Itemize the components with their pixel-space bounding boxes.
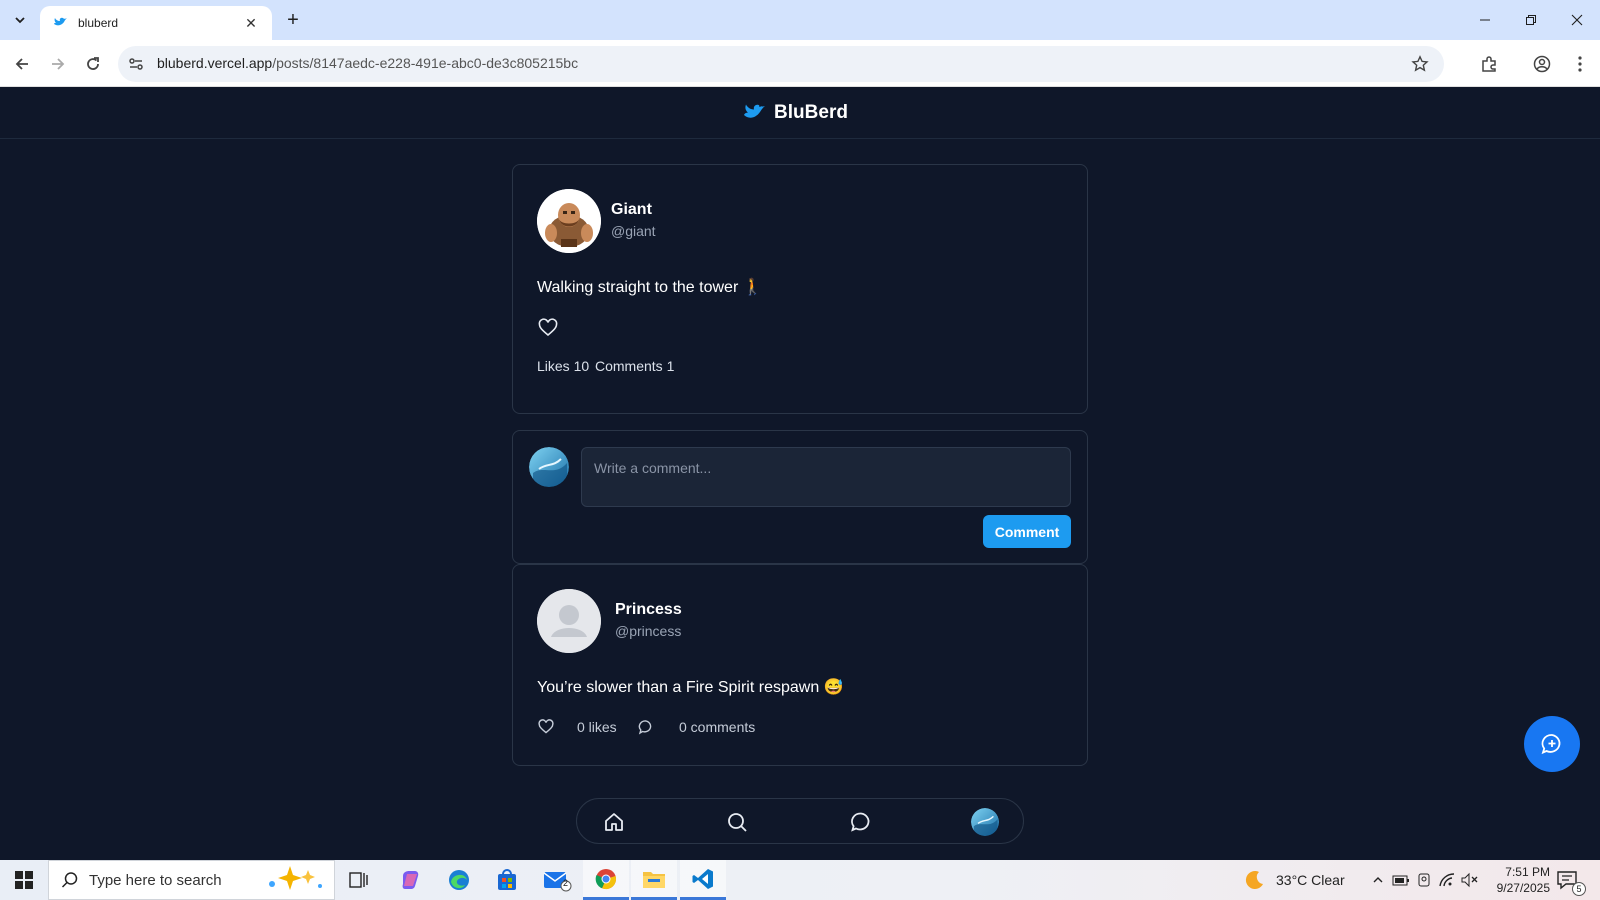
arrow-right-icon bbox=[52, 58, 65, 70]
extensions-icon[interactable] bbox=[1475, 50, 1503, 78]
comment-card: Princess @princess You’re slower than a … bbox=[512, 564, 1088, 766]
comment-composer: Comment bbox=[512, 430, 1088, 564]
tab-close-icon[interactable]: ✕ bbox=[242, 14, 260, 32]
browser-tab-strip: bluberd ✕ + bbox=[0, 0, 1600, 40]
tab-title: bluberd bbox=[78, 16, 119, 30]
default-user-icon bbox=[537, 589, 601, 653]
post-text: Walking straight to the tower 🚶 bbox=[537, 279, 763, 296]
windows-logo-icon bbox=[15, 871, 33, 889]
comment-author-name[interactable]: Princess bbox=[615, 601, 682, 619]
battery-icon[interactable] bbox=[1392, 860, 1410, 900]
comment-reply-button[interactable] bbox=[635, 716, 657, 738]
start-button[interactable] bbox=[0, 860, 48, 900]
url-path: /posts/8147aedc-e228-491e-abc0-de3c80521… bbox=[272, 55, 579, 71]
heart-icon bbox=[538, 719, 554, 734]
reload-button[interactable] bbox=[79, 50, 107, 78]
comment-text: You’re slower than a Fire Spirit respawn… bbox=[537, 679, 844, 696]
chevron-up-icon bbox=[1373, 877, 1383, 883]
comment-input[interactable] bbox=[581, 447, 1071, 507]
windows-taskbar: Type here to search 2 33°C Clear 7:51 PM… bbox=[0, 860, 1600, 900]
back-button[interactable] bbox=[8, 50, 36, 78]
url-text[interactable]: bluberd.vercel.app/posts/8147aedc-e228-4… bbox=[157, 55, 578, 71]
weather-widget[interactable]: 33°C Clear bbox=[1244, 860, 1345, 900]
reload-icon bbox=[87, 57, 99, 70]
browser-toolbar: bluberd.vercel.app/posts/8147aedc-e228-4… bbox=[0, 40, 1600, 87]
clock-date: 9/27/2025 bbox=[1496, 881, 1550, 895]
brand-name: BluBerd bbox=[774, 101, 848, 123]
sparkles-icon bbox=[264, 864, 324, 897]
giant-avatar[interactable] bbox=[537, 189, 601, 253]
browser-menu-icon[interactable] bbox=[1566, 50, 1594, 78]
nav-home[interactable] bbox=[601, 809, 627, 835]
network-icon[interactable] bbox=[1438, 860, 1456, 900]
like-button[interactable] bbox=[537, 317, 559, 339]
nav-profile-avatar[interactable] bbox=[971, 808, 999, 836]
brand-logo[interactable]: BluBerd bbox=[742, 102, 848, 124]
current-user-avatar[interactable] bbox=[529, 447, 569, 487]
url-host: bluberd.vercel.app bbox=[157, 55, 273, 71]
volume-muted-icon[interactable] bbox=[1460, 860, 1478, 900]
chrome-icon[interactable] bbox=[583, 860, 629, 900]
weather-text: 33°C Clear bbox=[1276, 872, 1345, 888]
meet-now-icon[interactable] bbox=[1416, 860, 1432, 900]
forward-button[interactable] bbox=[44, 50, 72, 78]
moon-icon bbox=[1245, 871, 1263, 890]
messages-icon bbox=[851, 812, 870, 832]
post-comments-count: Comments 1 bbox=[595, 358, 675, 374]
mail-badge: 2 bbox=[563, 878, 569, 888]
minimize-button[interactable] bbox=[1462, 0, 1508, 40]
new-tab-button[interactable]: + bbox=[281, 8, 305, 32]
post-card: Giant @giant Walking straight to the tow… bbox=[512, 164, 1088, 414]
system-clock[interactable]: 7:51 PM 9/27/2025 bbox=[1480, 864, 1550, 896]
profile-icon[interactable] bbox=[1528, 50, 1556, 78]
comment-submit-button[interactable]: Comment bbox=[983, 515, 1071, 548]
task-view-icon[interactable] bbox=[336, 860, 382, 900]
site-info-icon[interactable] bbox=[126, 54, 146, 74]
post-likes-count: Likes 10 bbox=[537, 358, 590, 374]
close-window-button[interactable] bbox=[1554, 0, 1600, 40]
vscode-icon[interactable] bbox=[680, 860, 726, 900]
heart-icon bbox=[538, 318, 558, 337]
bird-favicon-icon bbox=[52, 15, 68, 31]
copilot-icon[interactable] bbox=[388, 860, 434, 900]
comment-comments-count: 0 comments bbox=[679, 719, 756, 735]
app-header: BluBerd bbox=[0, 87, 1600, 139]
post-author-name[interactable]: Giant bbox=[611, 201, 652, 219]
arrow-left-icon bbox=[15, 58, 28, 70]
comment-author-handle[interactable]: @princess bbox=[615, 623, 681, 639]
message-plus-icon bbox=[1541, 734, 1561, 755]
store-icon[interactable] bbox=[484, 860, 530, 900]
comment-bubble-icon bbox=[638, 720, 652, 735]
comment-like-button[interactable] bbox=[535, 716, 557, 738]
taskbar-search-placeholder: Type here to search bbox=[89, 871, 222, 889]
clock-time: 7:51 PM bbox=[1505, 865, 1550, 879]
post-author-handle[interactable]: @giant bbox=[611, 223, 656, 239]
taskbar-search[interactable]: Type here to search bbox=[48, 860, 335, 900]
file-explorer-icon[interactable] bbox=[631, 860, 677, 900]
bookmark-star-icon[interactable] bbox=[1410, 54, 1430, 74]
new-chat-button[interactable] bbox=[1524, 716, 1580, 772]
notification-count: 5 bbox=[1572, 882, 1586, 896]
search-icon bbox=[61, 872, 78, 888]
bird-logo-icon bbox=[744, 104, 766, 118]
address-bar[interactable]: bluberd.vercel.app/posts/8147aedc-e228-4… bbox=[118, 46, 1444, 82]
notification-center-icon[interactable]: 5 bbox=[1556, 860, 1586, 900]
nav-search[interactable] bbox=[724, 809, 750, 835]
edge-icon[interactable] bbox=[436, 860, 482, 900]
search-icon bbox=[728, 813, 747, 832]
tab-search-menu-button[interactable] bbox=[8, 8, 32, 32]
show-hidden-icons[interactable] bbox=[1372, 860, 1384, 900]
mail-icon[interactable]: 2 bbox=[534, 860, 580, 900]
princess-avatar[interactable] bbox=[537, 589, 601, 653]
browser-tab[interactable]: bluberd ✕ bbox=[40, 6, 272, 40]
nav-messages[interactable] bbox=[848, 809, 874, 835]
chevron-down-icon bbox=[15, 17, 25, 24]
restore-button[interactable] bbox=[1508, 0, 1554, 40]
comment-likes-count: 0 likes bbox=[577, 719, 617, 735]
home-icon bbox=[605, 813, 623, 831]
bottom-nav bbox=[576, 798, 1024, 844]
